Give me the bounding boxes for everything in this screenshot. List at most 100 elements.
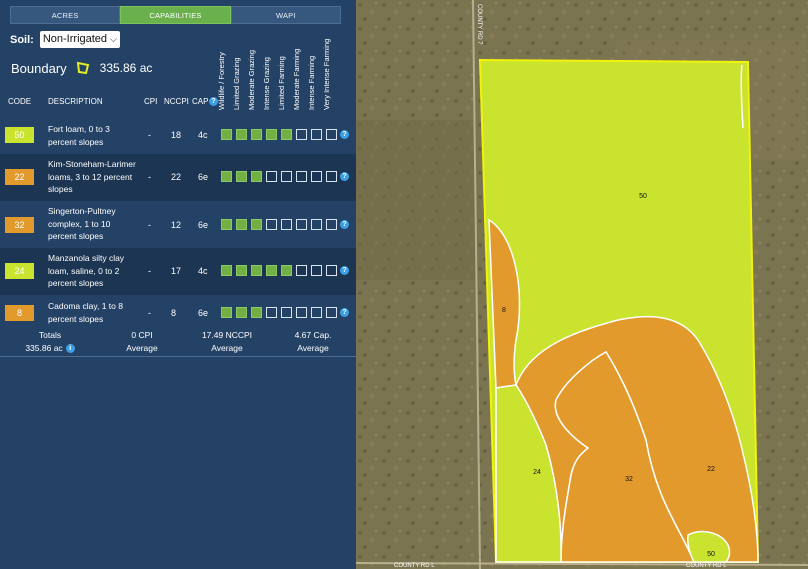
soil-code-badge: 22 [5, 169, 34, 185]
capability-box [266, 219, 277, 230]
map-canvas[interactable]: COUNTY RD 7 COUNTY RD L COUNTY RD L 50 8… [356, 0, 808, 569]
soil-selector-row: Soil: Non-Irrigated ⌵ [10, 31, 120, 48]
polygon-icon [76, 61, 89, 75]
capability-box [236, 265, 247, 276]
capability-box [236, 219, 247, 230]
capability-box [251, 265, 262, 276]
cpi-value: - [148, 220, 151, 230]
capability-box [326, 129, 337, 140]
info-icon[interactable]: ? [340, 220, 349, 229]
soil-map[interactable]: COUNTY RD 7 COUNTY RD L COUNTY RD L 50 8… [356, 0, 808, 569]
soil-code-badge: 50 [5, 127, 34, 143]
class-header-moderate-farming: Moderate Farming [292, 48, 301, 110]
capability-box [266, 129, 277, 140]
capability-box [281, 171, 292, 182]
info-icon[interactable]: ? [340, 130, 349, 139]
table-row[interactable]: 8 Cadoma clay, 1 to 8 percent slopes - 8… [0, 295, 356, 331]
cpi-value: - [148, 266, 151, 276]
road-label: COUNTY RD L [394, 563, 435, 569]
capability-box [236, 129, 247, 140]
soil-description: Manzanola silty clay loam, saline, 0 to … [48, 253, 125, 288]
soil-description: Cadoma clay, 1 to 8 percent slopes [48, 301, 123, 324]
chevron-down-icon: ⌵ [110, 34, 117, 44]
boundary-summary: Boundary 335.86 ac [11, 60, 152, 76]
capability-box [266, 171, 277, 182]
capability-box [251, 171, 262, 182]
capability-boxes [221, 307, 341, 318]
capability-boxes [221, 265, 341, 276]
capability-box [266, 265, 277, 276]
table-row[interactable]: 24 Manzanola silty clay loam, saline, 0 … [0, 248, 356, 295]
capability-box [296, 219, 307, 230]
cap-value: 4c [198, 266, 208, 276]
terrain-patch [356, 120, 476, 280]
boundary-label: Boundary [11, 60, 67, 76]
capability-boxes [221, 219, 341, 230]
soil-table: 50 Fort loam, 0 to 3 percent slopes - 18… [0, 118, 356, 331]
info-icon[interactable]: ? [209, 97, 218, 106]
totals-row: Totals 335.86 ac i 0 CPI Average 17.49 NC… [0, 327, 356, 357]
totals-acres: 335.86 ac [25, 343, 63, 353]
soil-selected-value: Non-Irrigated [42, 33, 108, 45]
cap-value: 4c [198, 130, 208, 140]
soil-dropdown[interactable]: Non-Irrigated ⌵ [39, 31, 120, 48]
header-cpi: CPI [144, 97, 158, 106]
nccpi-value: 17 [171, 266, 182, 276]
capability-box [221, 219, 232, 230]
polygon-label: 50 [639, 193, 647, 200]
info-icon[interactable]: ? [340, 308, 349, 317]
cap-value: 6e [198, 308, 209, 318]
header-code: CODE [8, 97, 32, 106]
header-nccpi: NCCPI [164, 97, 189, 106]
class-header-very-intense-farming: Very Intense Farming [322, 38, 331, 110]
capability-box [236, 171, 247, 182]
header-cap: CAP [192, 97, 209, 106]
capability-box [296, 171, 307, 182]
capability-box [251, 307, 262, 318]
capability-box [281, 129, 292, 140]
totals-cap-sub: Average [297, 343, 329, 353]
capability-box [311, 129, 322, 140]
totals-nccpi: 17.49 NCCPI [201, 330, 253, 340]
class-header-limited-farming: Limited Farming [277, 56, 286, 110]
road-label: COUNTY RD L [686, 563, 727, 569]
tab-acres[interactable]: ACRES [10, 6, 121, 24]
totals-cpi: 0 CPI [131, 330, 153, 340]
nccpi-value: 8 [171, 308, 177, 318]
info-icon[interactable]: i [65, 344, 75, 354]
soil-code-badge: 32 [5, 217, 34, 233]
polygon-label: 8 [502, 307, 506, 314]
table-row[interactable]: 32 Singerton-Pultney complex, 1 to 10 pe… [0, 201, 356, 248]
tab-capabilities[interactable]: CAPABILITIES [120, 6, 231, 24]
capability-box [326, 265, 337, 276]
capability-class-headers: Wildlife / Forestry Limited Grazing Mode… [216, 22, 341, 110]
table-row[interactable]: 50 Fort loam, 0 to 3 percent slopes - 18… [0, 118, 356, 154]
polygon-label: 24 [533, 469, 541, 476]
class-header-intense-farming: Intense Farming [307, 55, 316, 110]
class-header-wildlife: Wildlife / Forestry [217, 52, 226, 110]
capability-box [221, 171, 232, 182]
totals-label: Totals [38, 330, 62, 340]
nccpi-value: 18 [171, 130, 182, 140]
cpi-value: - [148, 308, 151, 318]
capability-box [296, 307, 307, 318]
class-header-intense-grazing: Intense Grazing [262, 57, 271, 110]
info-icon[interactable]: ? [340, 172, 349, 181]
soil-description: Fort loam, 0 to 3 percent slopes [48, 124, 110, 147]
capability-box [311, 265, 322, 276]
nccpi-value: 12 [171, 220, 182, 230]
capability-box [281, 219, 292, 230]
polygon-label: 50 [707, 551, 715, 558]
totals-acres-cell: 335.86 ac i [0, 342, 100, 355]
soil-code-badge: 24 [5, 263, 34, 279]
polygon-label: 22 [707, 466, 715, 473]
info-icon[interactable]: ? [340, 266, 349, 275]
capability-box [221, 265, 232, 276]
table-row[interactable]: 22 Kim-Stoneham-Larimer loams, 3 to 12 p… [0, 154, 356, 201]
class-header-limited-grazing: Limited Grazing [232, 57, 241, 110]
soil-label: Soil: [10, 33, 34, 46]
capability-box [266, 307, 277, 318]
capability-box [221, 307, 232, 318]
totals-nccpi-sub: Average [211, 343, 243, 353]
capability-box [236, 307, 247, 318]
